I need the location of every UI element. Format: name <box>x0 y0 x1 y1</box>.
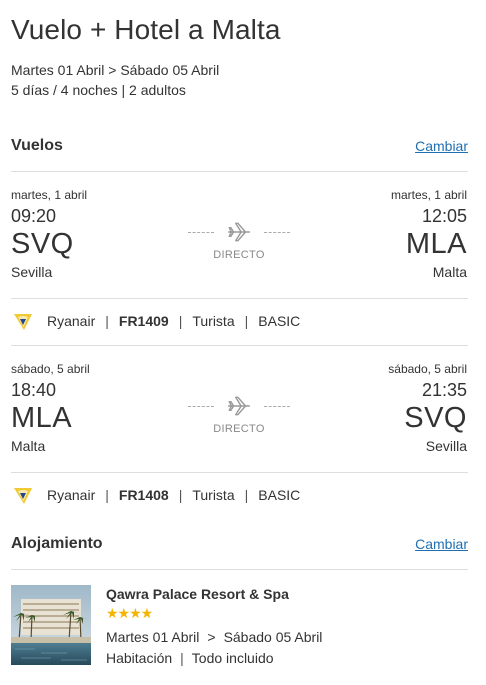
divider <box>11 345 468 346</box>
ryanair-logo-icon <box>14 314 32 330</box>
checkin-date: Martes 01 Abril <box>106 629 200 645</box>
route-dash-right <box>264 406 290 407</box>
flights-section-title: Vuelos <box>11 137 63 154</box>
separator: | <box>105 487 109 503</box>
divider <box>11 298 468 299</box>
departure-airport-code: MLA <box>11 402 73 434</box>
arrival-city: Malta <box>432 264 467 280</box>
divider <box>11 472 468 473</box>
divider <box>11 171 468 172</box>
hotel-room-details: Habitación | Todo incluido <box>106 650 274 666</box>
separator: | <box>244 487 249 503</box>
trip-dates: Martes 01 Abril > Sábado 05 Abril <box>11 62 220 78</box>
board-type: Todo incluido <box>191 650 274 666</box>
page-title: Vuelo + Hotel a Malta <box>11 14 281 45</box>
arrival-city: Sevilla <box>425 438 467 454</box>
hotel-photo[interactable] <box>11 585 91 665</box>
stops-label: DIRECTO <box>213 423 265 435</box>
separator: | <box>178 487 183 503</box>
ryanair-logo-icon <box>14 488 32 504</box>
checkout-date: Sábado 05 Abril <box>223 629 323 645</box>
hotel-name[interactable]: Qawra Palace Resort & Spa <box>106 586 289 602</box>
flight-number: FR1409 <box>118 313 169 329</box>
route-dash-left <box>188 232 214 233</box>
separator: | <box>180 650 184 666</box>
route-dash-right <box>264 232 290 233</box>
separator: | <box>178 313 183 329</box>
accommodation-section-title: Alojamiento <box>11 535 103 552</box>
flight-details-row: Ryanair | FR1409 | Turista | BASIC <box>11 309 300 333</box>
stops-label: DIRECTO <box>213 249 265 261</box>
departure-city: Malta <box>11 438 46 454</box>
hotel-stars-icon: ★★★★ <box>106 605 153 621</box>
plane-icon <box>228 222 250 242</box>
route-indicator: DIRECTO <box>188 393 290 435</box>
departure-airport-code: SVQ <box>11 228 74 260</box>
arrival-date: sábado, 5 abril <box>388 362 467 376</box>
fare-type: BASIC <box>258 487 301 503</box>
airline-name: Ryanair <box>47 313 96 329</box>
arrival-time: 21:35 <box>421 380 467 400</box>
arrival-airport-code: SVQ <box>404 402 467 434</box>
divider <box>11 569 468 570</box>
airline-name: Ryanair <box>47 487 96 503</box>
departure-time: 09:20 <box>11 206 57 226</box>
route-dash-left <box>188 406 214 407</box>
hotel-dates: Martes 01 Abril > Sábado 05 Abril <box>106 629 322 645</box>
change-accommodation-link[interactable]: Cambiar <box>415 536 468 552</box>
cabin-class: Turista <box>192 487 235 503</box>
arrival-time: 12:05 <box>421 206 467 226</box>
date-arrow: > <box>207 629 216 645</box>
hotel-photo-image <box>11 585 91 665</box>
trip-summary: 5 días / 4 noches | 2 adultos <box>11 82 186 98</box>
room-type: Habitación <box>106 650 173 666</box>
flight-details-row: Ryanair | FR1408 | Turista | BASIC <box>11 483 300 507</box>
departure-date: sábado, 5 abril <box>11 362 90 376</box>
arrival-airport-code: MLA <box>405 228 467 260</box>
change-flights-link[interactable]: Cambiar <box>415 138 468 154</box>
flight-number: FR1408 <box>118 487 169 503</box>
booking-summary: Vuelo + Hotel a Malta Martes 01 Abril > … <box>0 0 486 685</box>
fare-type: BASIC <box>258 313 301 329</box>
cabin-class: Turista <box>192 313 235 329</box>
arrival-date: martes, 1 abril <box>390 188 467 202</box>
departure-date: martes, 1 abril <box>11 188 88 202</box>
route-indicator: DIRECTO <box>188 219 290 261</box>
departure-time: 18:40 <box>11 380 57 400</box>
departure-city: Sevilla <box>11 264 53 280</box>
separator: | <box>244 313 249 329</box>
plane-icon <box>228 396 250 416</box>
separator: | <box>105 313 109 329</box>
